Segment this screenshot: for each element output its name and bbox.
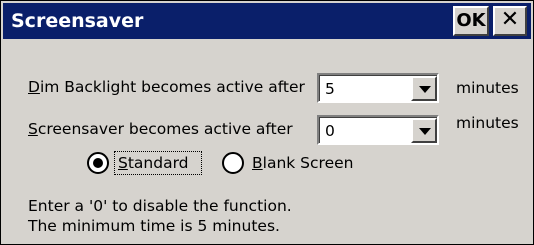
chevron-down-icon [419, 86, 431, 93]
dim-backlight-value: 5 [325, 80, 335, 98]
screensaver-dropdown-button[interactable] [411, 118, 437, 143]
radio-selected-dot [93, 158, 103, 168]
help-text-line-2: The minimum time is 5 minutes. [28, 217, 280, 235]
screensaver-dialog: Screensaver OK ✕ Dim Backlight becomes a… [0, 0, 534, 245]
standard-radio[interactable] [87, 152, 109, 174]
title-bar: Screensaver OK ✕ [3, 3, 531, 39]
blank-screen-radio[interactable] [222, 152, 244, 174]
dim-backlight-label: Dim Backlight becomes active after [28, 78, 305, 96]
screensaver-dropdown[interactable]: 0 [317, 115, 439, 145]
close-icon: ✕ [500, 7, 520, 32]
dim-backlight-unit: minutes [456, 79, 519, 97]
dim-backlight-dropdown-button[interactable] [411, 76, 437, 101]
screensaver-label: Screensaver becomes active after [28, 120, 293, 138]
close-button[interactable]: ✕ [493, 6, 527, 36]
standard-radio-label[interactable]: Standard [118, 153, 189, 173]
chevron-down-icon [419, 128, 431, 135]
dim-backlight-dropdown[interactable]: 5 [317, 73, 439, 103]
blank-screen-radio-label[interactable]: Blank Screen [252, 153, 353, 173]
ok-button[interactable]: OK [453, 6, 489, 36]
dialog-title: Screensaver [11, 10, 144, 32]
help-text-line-1: Enter a '0' to disable the function. [28, 197, 292, 215]
screensaver-unit: minutes [456, 114, 519, 132]
screensaver-value: 0 [325, 122, 335, 140]
